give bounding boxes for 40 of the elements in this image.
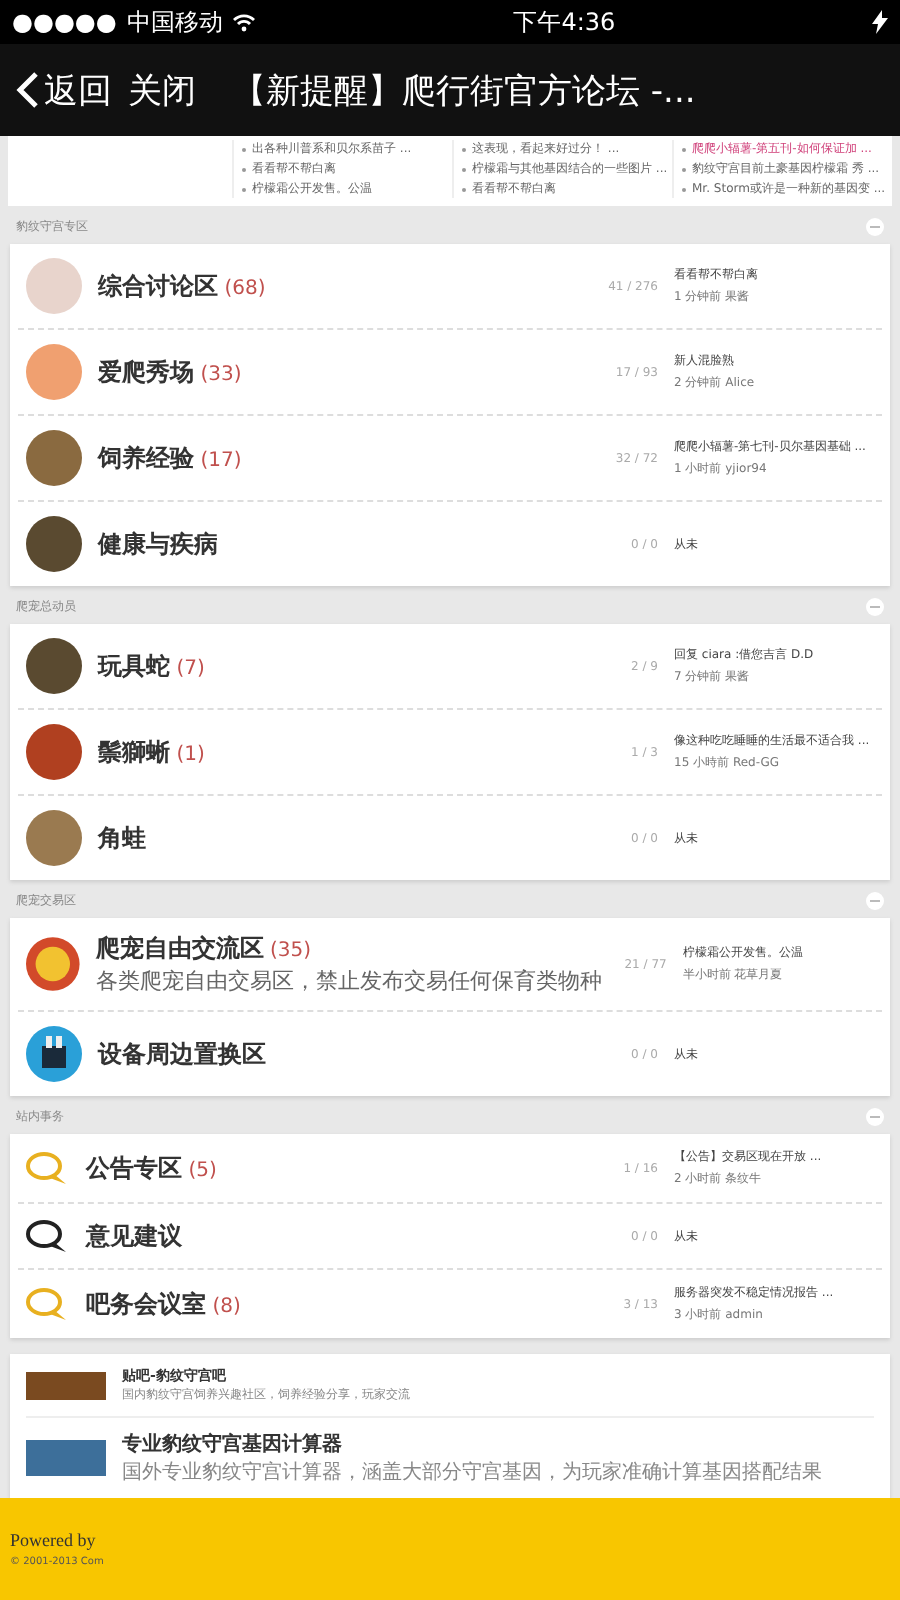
page-title: 【新提醒】爬行街官方论坛 -...	[232, 69, 696, 113]
forum-description: 各类爬宠自由交易区，禁止发布交易任何保育类物种	[95, 966, 602, 996]
carrier-name: 中国移动	[126, 5, 223, 39]
link-title[interactable]: 专业豹纹守宫基因计算器	[122, 1430, 874, 1458]
collapse-icon[interactable]	[866, 598, 884, 616]
forum-name[interactable]: 角蛙	[98, 821, 590, 855]
photo-placeholder	[26, 724, 82, 780]
photo-placeholder	[26, 810, 82, 866]
photo-placeholder	[26, 258, 82, 314]
photo-placeholder	[26, 638, 82, 694]
signal-dots: ●●●●●	[12, 8, 117, 36]
photo-placeholder	[26, 430, 82, 486]
powered-by-text: Powered by	[10, 1530, 98, 1550]
forum-name[interactable]: 设备周边置换区	[98, 1037, 590, 1071]
forum-name[interactable]: 玩具蛇 (7)	[98, 649, 590, 683]
photo-placeholder	[26, 516, 82, 572]
chevron-left-icon	[16, 70, 40, 110]
back-button[interactable]: 返回	[16, 67, 112, 113]
collapse-icon[interactable]	[866, 892, 884, 910]
forum-name[interactable]: 公告专区 (5)	[86, 1151, 590, 1185]
forum-name[interactable]: 健康与疾病	[98, 527, 590, 561]
collapse-icon[interactable]	[866, 1108, 884, 1126]
photo-placeholder	[26, 344, 82, 400]
coin-icon	[26, 936, 80, 992]
forum-name[interactable]: 意见建议	[86, 1219, 590, 1253]
forum-name[interactable]: 吧务会议室 (8)	[86, 1287, 590, 1321]
wifi-icon	[232, 12, 257, 32]
forum-name[interactable]: 综合讨论区 (68)	[98, 269, 590, 303]
forum-name[interactable]: 饲养经验 (17)	[98, 441, 590, 475]
link-description: 国外专业豹纹守宫计算器，涵盖大部分守宫基因，为玩家准确计算基因搭配结果	[122, 1459, 824, 1486]
forum-name[interactable]: 爬宠自由交流区 (35)	[95, 932, 602, 966]
forum-name[interactable]: 鬃獅蜥 (1)	[98, 735, 590, 769]
banner-placeholder	[26, 1371, 106, 1399]
back-label: 返回	[44, 69, 112, 113]
collapse-icon[interactable]	[866, 218, 884, 236]
clock-time: 下午4:36	[513, 5, 616, 39]
forum-name[interactable]: 爱爬秀场 (33)	[98, 355, 590, 389]
charging-icon	[872, 10, 888, 34]
close-button[interactable]: 关闭	[128, 67, 196, 113]
banner-placeholder	[26, 1440, 106, 1476]
